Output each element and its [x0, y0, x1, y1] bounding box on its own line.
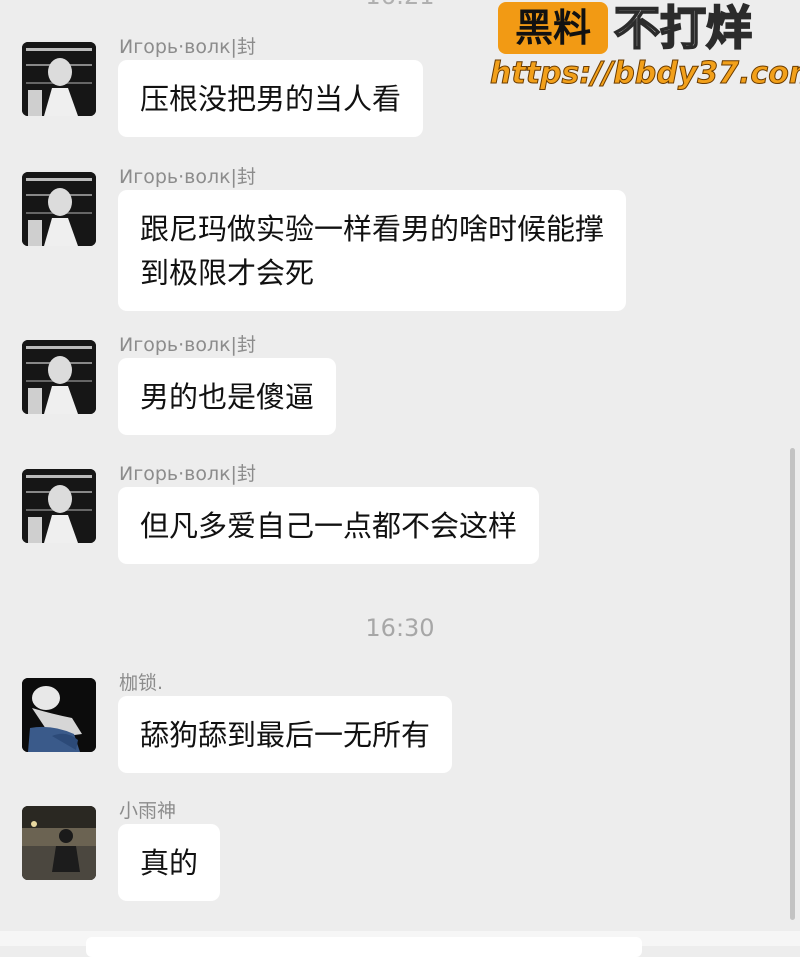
message-bubble[interactable]: 但凡多爱自己一点都不会这样 [118, 487, 540, 564]
message-bubble[interactable]: 男的也是傻逼 [118, 358, 337, 435]
scrollbar[interactable] [790, 448, 795, 920]
sender-name: Игорь·волк|封 [119, 166, 256, 188]
site-watermark: 黑料 不打烊 https://bbdy37.com [489, 0, 800, 100]
watermark-badge: 黑料 [498, 2, 608, 54]
sender-avatar[interactable] [22, 42, 96, 116]
sender-name: Игорь·волк|封 [119, 334, 256, 356]
chat-window: 16:21 Игорь·волк|封 压根没把男的当人看 [0, 0, 800, 957]
sender-name: 枷锁. [119, 672, 164, 694]
sender-name: 小雨神 [119, 800, 177, 822]
message-bubble[interactable]: 压根没把男的当人看 [118, 60, 424, 137]
sender-avatar[interactable] [22, 806, 96, 880]
sender-avatar[interactable] [22, 172, 96, 246]
sender-avatar[interactable] [22, 469, 96, 543]
sender-name: Игорь·волк|封 [119, 36, 256, 58]
message-bubble[interactable]: 舔狗舔到最后一无所有 [118, 696, 453, 773]
message-bubble[interactable]: 跟尼玛做实验一样看男的啥时候能撑 到极限才会死 [118, 190, 627, 311]
message-input[interactable] [86, 937, 642, 957]
sender-name: Игорь·волк|封 [119, 463, 256, 485]
watermark-url: https://bbdy37.com [489, 56, 800, 92]
sender-avatar[interactable] [22, 678, 96, 752]
timestamp-separator: 16:30 [365, 614, 435, 642]
message-bubble[interactable]: 真的 [118, 824, 221, 901]
sender-avatar[interactable] [22, 340, 96, 414]
watermark-title: 不打烊 [613, 0, 753, 56]
